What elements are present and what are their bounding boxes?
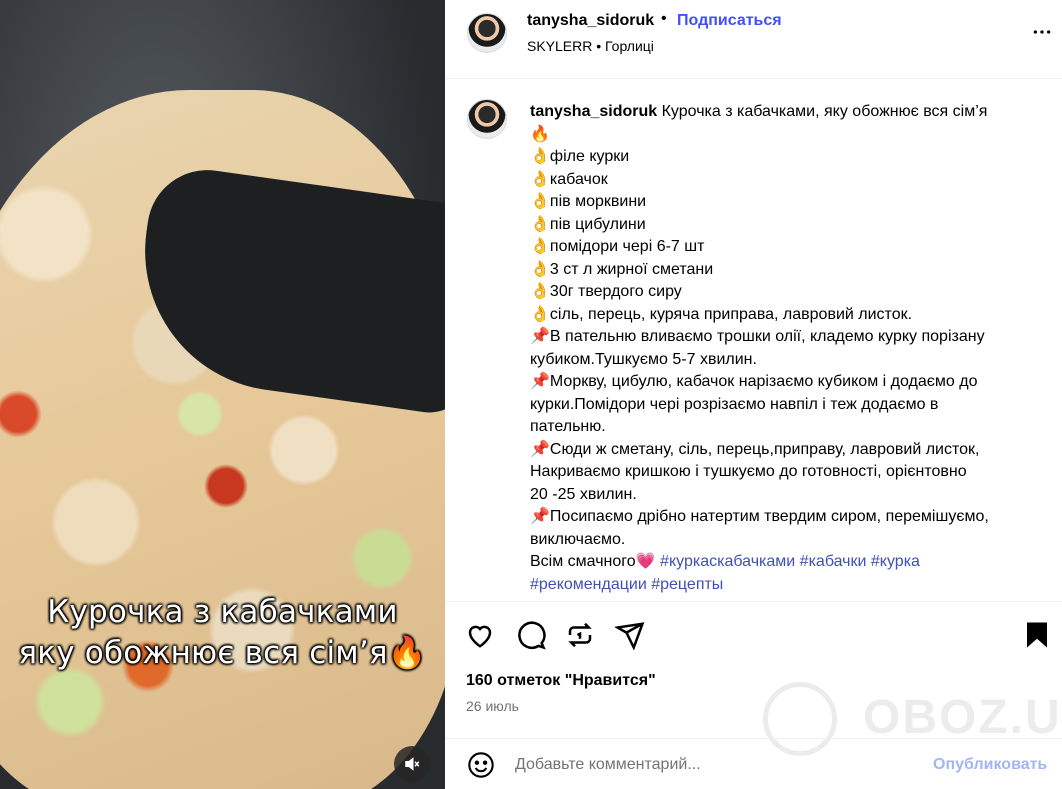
caption-area: tanysha_sidoruk Курочка з кабачками, яку… xyxy=(445,79,1062,602)
avatar[interactable] xyxy=(467,13,507,53)
follow-button[interactable]: Подписаться xyxy=(677,12,782,30)
post-date[interactable]: 26 июль xyxy=(466,698,519,714)
emoji-icon[interactable] xyxy=(467,751,495,779)
action-bar xyxy=(445,605,1062,665)
comment-input[interactable] xyxy=(515,751,925,779)
save-button[interactable] xyxy=(1022,620,1052,650)
video-overlay-text-line1: Курочка з кабачками xyxy=(47,594,398,630)
caption-username[interactable]: tanysha_sidoruk xyxy=(530,103,657,120)
repost-button[interactable] xyxy=(565,620,595,650)
caption-text: tanysha_sidoruk Курочка з кабачками, яку… xyxy=(530,101,1040,596)
post-panel: tanysha_sidoruk • Подписаться SKYLERR • … xyxy=(445,0,1062,789)
heart-icon xyxy=(468,625,492,648)
share-button[interactable] xyxy=(613,620,645,651)
like-count[interactable]: 160 отметок "Нравится" xyxy=(466,672,656,690)
header-separator: • xyxy=(661,10,667,27)
post-media[interactable]: Курочка з кабачками яку обожнює вся сім’… xyxy=(0,0,445,789)
publish-button[interactable]: Опубликовать xyxy=(933,756,1047,774)
mute-button[interactable] xyxy=(394,746,430,782)
more-horizontal-icon[interactable] xyxy=(1032,22,1052,42)
comment-bar: Опубликовать xyxy=(445,738,1062,789)
comment-button[interactable] xyxy=(516,620,546,650)
hashtag-link[interactable]: #куркаскабачками xyxy=(660,553,795,570)
hashtag-link[interactable]: #рецепты xyxy=(651,576,723,593)
watermark-text: OBOZ.UA xyxy=(863,691,1062,744)
repost-icon xyxy=(568,622,592,648)
video-overlay-text-line2: яку обожнює вся сім’я🔥 xyxy=(18,635,427,671)
hashtag-link[interactable]: #рекомендации xyxy=(530,576,647,593)
hashtag-link[interactable]: #курка xyxy=(871,553,920,570)
caption-avatar[interactable] xyxy=(467,99,507,139)
header-subtitle[interactable]: SKYLERR • Горлиці xyxy=(527,38,654,54)
like-button[interactable] xyxy=(465,620,495,650)
post-header: tanysha_sidoruk • Подписаться SKYLERR • … xyxy=(445,0,1062,79)
caption-body: Курочка з кабачками, яку обожнює вся сім… xyxy=(530,103,989,570)
hashtag-link[interactable]: #кабачки xyxy=(800,553,867,570)
bookmark-icon xyxy=(1027,622,1047,648)
header-username[interactable]: tanysha_sidoruk xyxy=(527,12,654,30)
comment-icon xyxy=(518,621,546,650)
speaker-muted-icon xyxy=(405,757,420,771)
share-icon xyxy=(613,622,645,651)
